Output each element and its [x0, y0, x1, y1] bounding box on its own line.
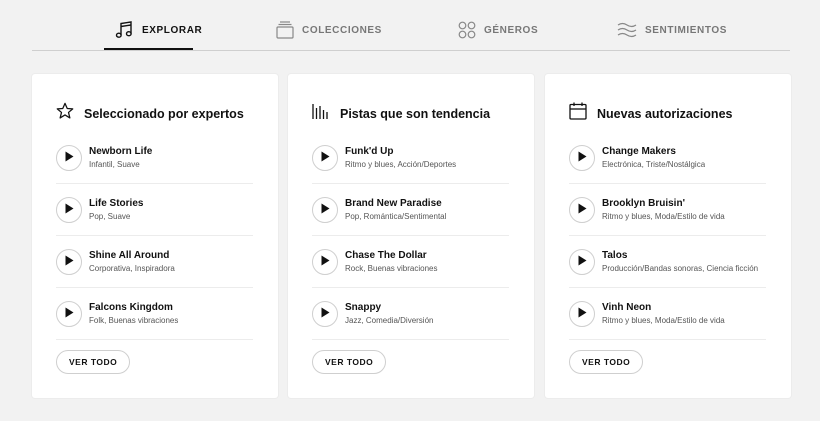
- play-icon: [64, 149, 74, 167]
- track-tags: Producción/Bandas sonoras, Ciencia ficci…: [602, 264, 759, 273]
- collection-stack-icon: [276, 21, 294, 39]
- track-title[interactable]: Talos: [602, 250, 758, 261]
- track-title[interactable]: Snappy: [345, 302, 433, 313]
- card-header: Nuevas autorizaciones: [569, 102, 732, 125]
- track-tags: Folk, Buenas vibraciones: [89, 316, 179, 325]
- track-title[interactable]: Vinh Neon: [602, 302, 725, 313]
- card-title: Pistas que son tendencia: [340, 106, 491, 121]
- track-tags: Ritmo y blues, Moda/Estilo de vida: [602, 316, 725, 325]
- track-title[interactable]: Funk'd Up: [345, 146, 456, 157]
- track-tags: Jazz, Comedia/Diversión: [345, 316, 434, 325]
- tab-label: SENTIMIENTOS: [645, 24, 728, 36]
- track-tags: Electrónica, Triste/Nostálgica: [602, 160, 706, 169]
- play-button[interactable]: [569, 196, 595, 223]
- play-icon: [577, 149, 587, 167]
- tab-label: GÉNEROS: [484, 24, 539, 36]
- track-tags: Ritmo y blues, Acción/Deportes: [345, 160, 457, 169]
- play-icon: [320, 253, 330, 271]
- track-row: Brooklyn Bruisin' Ritmo y blues, Moda/Es…: [569, 184, 766, 236]
- track-title[interactable]: Falcons Kingdom: [89, 302, 178, 313]
- music-note-icon: [114, 20, 134, 40]
- card-title: Seleccionado por expertos: [84, 106, 244, 121]
- play-icon: [64, 201, 74, 219]
- category-tabs: EXPLORAR COLECCIONES GÉNEROS SENTIMIENTO…: [32, 0, 790, 51]
- track-title[interactable]: Chase The Dollar: [345, 250, 438, 261]
- track-title[interactable]: Brooklyn Bruisin': [602, 198, 725, 209]
- track-row: Newborn Life Infantil, Suave: [56, 132, 253, 184]
- track-row: Vinh Neon Ritmo y blues, Moda/Estilo de …: [569, 288, 766, 340]
- play-icon: [577, 253, 587, 271]
- track-tags: Ritmo y blues, Moda/Estilo de vida: [602, 212, 725, 221]
- track-row: Shine All Around Corporativa, Inspirador…: [56, 236, 253, 288]
- tab-colecciones[interactable]: COLECCIONES: [276, 15, 382, 45]
- play-icon: [577, 305, 587, 323]
- play-button[interactable]: [569, 248, 595, 275]
- see-all-button[interactable]: VER TODO: [312, 350, 387, 374]
- track-row: Snappy Jazz, Comedia/Diversión: [312, 288, 509, 340]
- play-button[interactable]: [312, 196, 338, 223]
- active-tab-indicator: [104, 48, 193, 50]
- card-nuevas-autorizaciones: Nuevas autorizaciones Change Makers Elec…: [545, 74, 791, 398]
- play-button[interactable]: [312, 144, 338, 171]
- track-tags: Rock, Buenas vibraciones: [345, 264, 438, 273]
- track-row: Funk'd Up Ritmo y blues, Acción/Deportes: [312, 132, 509, 184]
- star-icon: [56, 102, 74, 125]
- tab-sentimientos[interactable]: SENTIMIENTOS: [617, 15, 727, 45]
- play-button[interactable]: [569, 300, 595, 327]
- tab-explorar[interactable]: EXPLORAR: [114, 15, 202, 45]
- card-seleccionado-por-expertos: Seleccionado por expertos Newborn Life I…: [32, 74, 278, 398]
- track-title[interactable]: Life Stories: [89, 198, 143, 209]
- play-icon: [577, 201, 587, 219]
- play-icon: [320, 305, 330, 323]
- track-title[interactable]: Newborn Life: [89, 146, 152, 157]
- calendar-icon: [569, 102, 587, 125]
- play-button[interactable]: [569, 144, 595, 171]
- track-row: Falcons Kingdom Folk, Buenas vibraciones: [56, 288, 253, 340]
- play-icon: [64, 253, 74, 271]
- play-button[interactable]: [56, 300, 82, 327]
- play-icon: [320, 149, 330, 167]
- play-button[interactable]: [56, 248, 82, 275]
- see-all-button[interactable]: VER TODO: [569, 350, 644, 374]
- card-title: Nuevas autorizaciones: [597, 106, 733, 121]
- tab-label: EXPLORAR: [142, 24, 203, 36]
- card-pistas-tendencia: Pistas que son tendencia Funk'd Up Ritmo…: [288, 74, 534, 398]
- play-button[interactable]: [312, 300, 338, 327]
- play-button[interactable]: [312, 248, 338, 275]
- play-icon: [64, 305, 74, 323]
- tab-label: COLECCIONES: [302, 24, 382, 36]
- trending-bars-icon: [312, 102, 330, 125]
- track-tags: Pop, Suave: [89, 212, 131, 221]
- track-title[interactable]: Shine All Around: [89, 250, 175, 261]
- see-all-button[interactable]: VER TODO: [56, 350, 131, 374]
- track-row: Chase The Dollar Rock, Buenas vibracione…: [312, 236, 509, 288]
- track-row: Brand New Paradise Pop, Romántica/Sentim…: [312, 184, 509, 236]
- play-button[interactable]: [56, 144, 82, 171]
- track-row: Change Makers Electrónica, Triste/Nostál…: [569, 132, 766, 184]
- tab-generos[interactable]: GÉNEROS: [458, 15, 538, 45]
- play-icon: [320, 201, 330, 219]
- play-button[interactable]: [56, 196, 82, 223]
- track-row: Life Stories Pop, Suave: [56, 184, 253, 236]
- four-circles-icon: [458, 21, 476, 39]
- track-row: Talos Producción/Bandas sonoras, Ciencia…: [569, 236, 766, 288]
- card-header: Seleccionado por expertos: [56, 102, 244, 125]
- waves-icon: [617, 21, 637, 39]
- track-tags: Pop, Romántica/Sentimental: [345, 212, 447, 221]
- track-tags: Corporativa, Inspiradora: [89, 264, 175, 273]
- track-title[interactable]: Change Makers: [602, 146, 705, 157]
- track-tags: Infantil, Suave: [89, 160, 140, 169]
- card-header: Pistas que son tendencia: [312, 102, 490, 125]
- track-title[interactable]: Brand New Paradise: [345, 198, 446, 209]
